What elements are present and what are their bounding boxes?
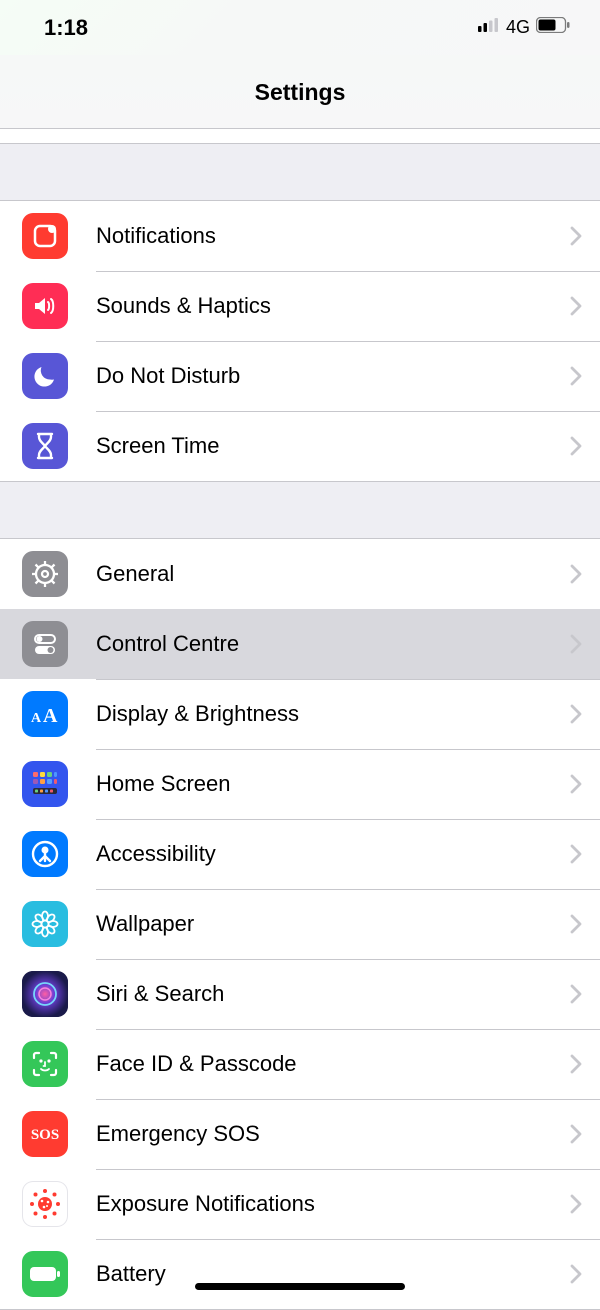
row-sounds[interactable]: Sounds & Haptics: [0, 271, 600, 341]
row-label: Emergency SOS: [96, 1121, 570, 1147]
svg-text:A: A: [31, 711, 42, 726]
row-dnd[interactable]: Do Not Disturb: [0, 341, 600, 411]
siri-icon: [22, 971, 68, 1017]
chevron-right-icon: [570, 704, 582, 724]
row-general[interactable]: General: [0, 539, 600, 609]
chevron-right-icon: [570, 366, 582, 386]
aa-icon: AA: [22, 691, 68, 737]
chevron-right-icon: [570, 1194, 582, 1214]
status-time: 1:18: [44, 15, 88, 41]
status-bar: 1:18 4G: [0, 0, 600, 55]
signal-icon: [478, 18, 500, 37]
row-controlcentre[interactable]: Control Centre: [0, 609, 600, 679]
row-label: General: [96, 561, 570, 587]
chevron-right-icon: [570, 1054, 582, 1074]
chevron-right-icon: [570, 1124, 582, 1144]
hourglass-icon: [22, 423, 68, 469]
nav-header: Settings: [0, 55, 600, 129]
row-label: Accessibility: [96, 841, 570, 867]
person-icon: [22, 831, 68, 877]
chevron-right-icon: [570, 564, 582, 584]
row-screentime[interactable]: Screen Time: [0, 411, 600, 481]
chevron-right-icon: [570, 436, 582, 456]
row-sos[interactable]: SOS Emergency SOS: [0, 1099, 600, 1169]
toggles-icon: [22, 621, 68, 667]
row-label: Sounds & Haptics: [96, 293, 570, 319]
chevron-right-icon: [570, 226, 582, 246]
row-homescreen[interactable]: Home Screen: [0, 749, 600, 819]
chevron-right-icon: [570, 634, 582, 654]
chevron-right-icon: [570, 984, 582, 1004]
speaker-icon: [22, 283, 68, 329]
page-title: Settings: [255, 79, 346, 106]
row-accessibility[interactable]: Accessibility: [0, 819, 600, 889]
row-label: Siri & Search: [96, 981, 570, 1007]
status-right: 4G: [478, 17, 570, 38]
chevron-right-icon: [570, 296, 582, 316]
row-display[interactable]: AA Display & Brightness: [0, 679, 600, 749]
gear-icon: [22, 551, 68, 597]
chevron-right-icon: [570, 914, 582, 934]
row-label: Notifications: [96, 223, 570, 249]
row-wallpaper[interactable]: Wallpaper: [0, 889, 600, 959]
network-label: 4G: [506, 17, 530, 38]
row-label: Display & Brightness: [96, 701, 570, 727]
row-faceid[interactable]: Face ID & Passcode: [0, 1029, 600, 1099]
row-label: Home Screen: [96, 771, 570, 797]
row-notifications[interactable]: Notifications: [0, 201, 600, 271]
row-label: Exposure Notifications: [96, 1191, 570, 1217]
home-indicator[interactable]: [195, 1283, 405, 1290]
sos-icon: SOS: [22, 1111, 68, 1157]
row-siri[interactable]: Siri & Search: [0, 959, 600, 1029]
row-battery[interactable]: Battery: [0, 1239, 600, 1309]
chevron-right-icon: [570, 844, 582, 864]
moon-icon: [22, 353, 68, 399]
notif-icon: [22, 213, 68, 259]
chevron-right-icon: [570, 1264, 582, 1284]
covid-icon: [22, 1181, 68, 1227]
settings-list: Notifications Sounds & Haptics Do Not Dist…: [0, 144, 600, 1310]
row-label: Control Centre: [96, 631, 570, 657]
row-label: Screen Time: [96, 433, 570, 459]
grid-icon: [22, 761, 68, 807]
chevron-right-icon: [570, 774, 582, 794]
svg-text:SOS: SOS: [31, 1127, 59, 1143]
face-icon: [22, 1041, 68, 1087]
settings-group: Notifications Sounds & Haptics Do Not Dist…: [0, 200, 600, 482]
settings-group: General Control Centre AA Display & Brightn…: [0, 538, 600, 1310]
battery-icon: [536, 17, 570, 38]
top-sliver: [0, 129, 600, 144]
row-exposure[interactable]: Exposure Notifications: [0, 1169, 600, 1239]
flower-icon: [22, 901, 68, 947]
svg-text:A: A: [43, 705, 58, 727]
row-label: Do Not Disturb: [96, 363, 570, 389]
row-label: Wallpaper: [96, 911, 570, 937]
row-label: Face ID & Passcode: [96, 1051, 570, 1077]
battery-icon: [22, 1251, 68, 1297]
